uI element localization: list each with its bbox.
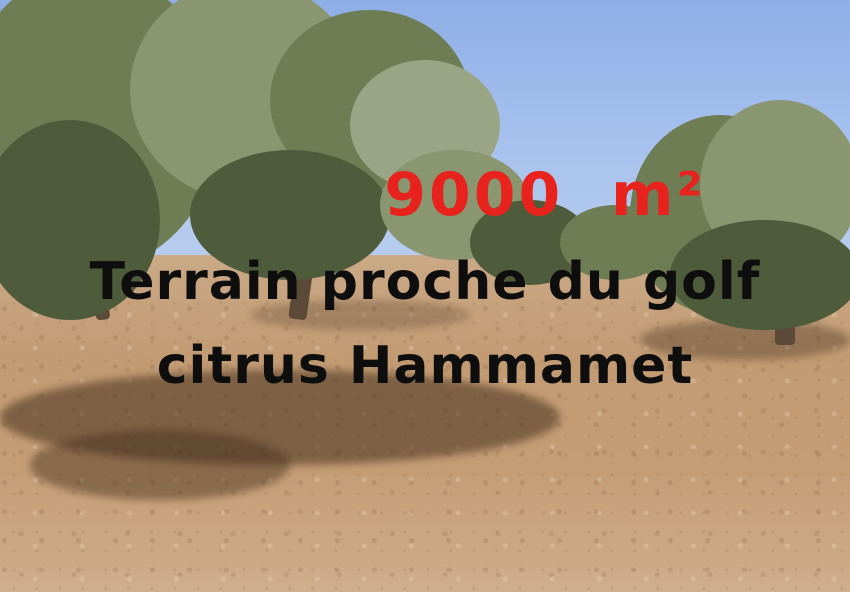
area-label: 9000 m² [120,160,850,230]
advertisement-image: 9000 m² Terrain proche du golf citrus Ha… [0,0,850,592]
headline-line-1: Terrain proche du golf [89,252,761,312]
headline-line-2: citrus Hammamet [156,336,694,396]
tree-shadow [30,430,290,500]
area-unit: m² [610,160,706,230]
area-value: 9000 [384,160,564,230]
